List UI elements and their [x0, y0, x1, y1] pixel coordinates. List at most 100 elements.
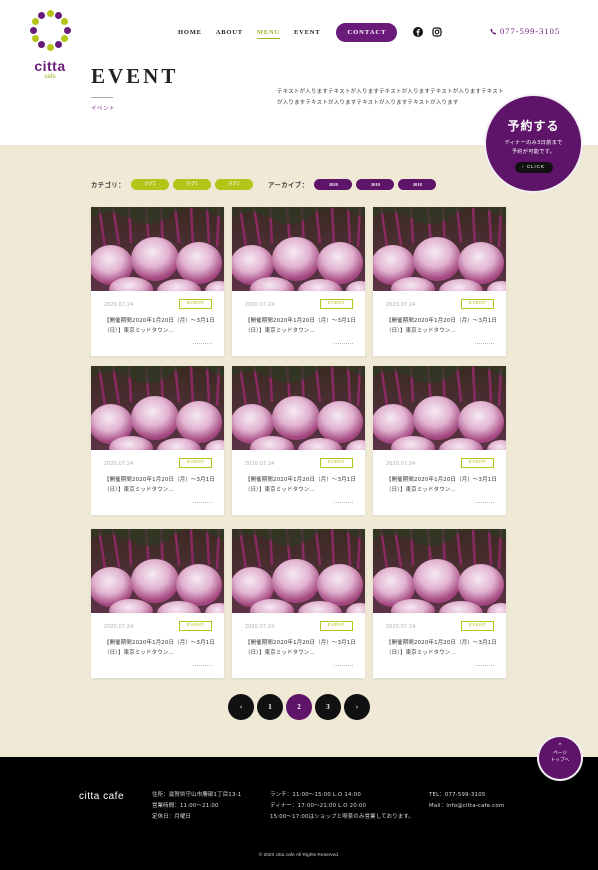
main-nav: HOME ABOUT MENU EVENT CONTACT: [178, 22, 451, 42]
contact-button[interactable]: CONTACT: [336, 22, 398, 42]
page-title: EVENT: [91, 64, 179, 88]
logo-dot: [31, 18, 39, 25]
event-card[interactable]: 2020.07.24 EVENT 【開催期間2020年1月20日（月）〜3月1日（日…: [373, 366, 506, 515]
card-title: 【開催期間2020年1月20日（月）〜3月1日（日）】東京ミッドタウン…: [104, 640, 215, 656]
footer-times: ランチ：11:00〜15:00 L.O 14:00 ディナー：17:00〜21:…: [270, 790, 414, 823]
logo-dot: [38, 41, 45, 49]
page-top-label: トップへ: [550, 758, 570, 763]
footer-lunch: ランチ：11:00〜15:00 L.O 14:00: [270, 792, 361, 798]
archive-tag[interactable]: 2020: [314, 179, 353, 190]
card-category: EVENT: [179, 458, 212, 468]
chevron-up-icon: ⌃: [557, 742, 563, 750]
event-card[interactable]: 2020.07.24 EVENT 【開催期間2020年1月20日（月）〜3月1日（日…: [91, 207, 224, 356]
card-divider: [475, 665, 494, 666]
logo-name: citta: [34, 58, 66, 74]
nav-home[interactable]: HOME: [178, 29, 202, 36]
logo-dot: [61, 35, 69, 42]
event-card[interactable]: 2020.07.24 EVENT 【開催期間2020年1月20日（月）〜3月1日（日…: [91, 366, 224, 515]
card-category: EVENT: [320, 458, 353, 468]
nav-about[interactable]: ABOUT: [216, 29, 243, 36]
card-date: 2020.07.24: [386, 624, 416, 630]
pagination-page-current[interactable]: 2: [286, 694, 312, 720]
radish-photo: [91, 529, 224, 613]
event-card[interactable]: 2020.07.24 EVENT 【開催期間2020年1月20日（月）〜3月1日（日…: [232, 207, 365, 356]
card-image: [373, 366, 506, 450]
card-divider: [334, 502, 353, 503]
radish-photo: [232, 207, 365, 291]
page-top-label: ページ: [553, 751, 567, 756]
card-date: 2020.07.24: [245, 624, 275, 630]
category-label: カテゴリ：: [91, 182, 125, 189]
card-date: 2020.07.24: [245, 302, 275, 308]
facebook-icon[interactable]: [413, 27, 424, 37]
archive-label: アーカイブ：: [267, 182, 309, 189]
archive-tag[interactable]: 2019: [356, 179, 395, 190]
category-tag[interactable]: タグ1: [172, 179, 211, 190]
footer-address: 住所：滋賀県守山市勝部1丁目13-1: [152, 792, 242, 798]
phone-icon: [490, 28, 497, 35]
card-divider: [193, 665, 212, 666]
card-title: 【開催期間2020年1月20日（月）〜3月1日（日）】東京ミッドタウン…: [104, 318, 215, 334]
card-category: EVENT: [320, 621, 353, 631]
pagination-page[interactable]: 1: [257, 694, 283, 720]
logo-dot: [63, 26, 71, 34]
category-tag[interactable]: タグ1: [130, 179, 169, 190]
footer-contact: TEL：077-599-3105 Mail：info@citta-cafe.co…: [429, 790, 504, 812]
page-subtitle: イベント: [91, 97, 116, 112]
reserve-note-line: 予約が可能です。: [511, 149, 556, 155]
radish-photo: [232, 366, 365, 450]
pagination-page[interactable]: 3: [315, 694, 341, 720]
card-date: 2020.07.24: [386, 302, 416, 308]
event-card[interactable]: 2020.07.24 EVENT 【開催期間2020年1月20日（月）〜3月1日（日…: [232, 529, 365, 678]
category-tag[interactable]: タグ1: [214, 179, 253, 190]
card-image: [232, 207, 365, 291]
card-category: EVENT: [179, 621, 212, 631]
radish-photo: [373, 207, 506, 291]
event-card[interactable]: 2020.07.24 EVENT 【開催期間2020年1月20日（月）〜3月1日（日…: [91, 529, 224, 678]
reserve-note: ディナーのみ3日前まで 予約が可能です。: [486, 139, 581, 157]
footer-tel[interactable]: TEL：077-599-3105: [429, 790, 504, 801]
pagination-prev[interactable]: ‹: [228, 694, 254, 720]
card-title: 【開催期間2020年1月20日（月）〜3月1日（日）】東京ミッドタウン…: [104, 477, 215, 493]
card-date: 2020.07.24: [386, 461, 416, 467]
card-image: [373, 207, 506, 291]
event-section: カテゴリ： タグ1 タグ1 タグ1 アーカイブ： 2020 2019 2018 …: [0, 145, 598, 758]
logo-dot: [55, 41, 62, 49]
card-image: [232, 529, 365, 613]
card-divider: [193, 343, 212, 344]
card-title: 【開催期間2020年1月20日（月）〜3月1日（日）】東京ミッドタウン…: [386, 640, 497, 656]
event-card[interactable]: 2020.07.24 EVENT 【開催期間2020年1月20日（月）〜3月1日（日…: [373, 529, 506, 678]
footer-mail[interactable]: Mail：info@citta-cafe.com: [429, 801, 504, 812]
logo[interactable]: citta cafe: [28, 8, 72, 84]
card-category: EVENT: [461, 458, 494, 468]
event-card[interactable]: 2020.07.24 EVENT 【開催期間2020年1月20日（月）〜3月1日（日…: [373, 207, 506, 356]
card-image: [373, 529, 506, 613]
event-card[interactable]: 2020.07.24 EVENT 【開催期間2020年1月20日（月）〜3月1日（日…: [232, 366, 365, 515]
card-category: EVENT: [461, 299, 494, 309]
nav-menu[interactable]: MENU: [256, 29, 281, 39]
instagram-icon[interactable]: [432, 27, 443, 37]
intro-text: テキストが入りますテキストが入りますテキストが入りますテキストが入りますテキスト…: [277, 89, 504, 106]
card-divider: [193, 502, 212, 503]
card-divider: [334, 665, 353, 666]
pagination-next[interactable]: ›: [344, 694, 370, 720]
card-image: [91, 207, 224, 291]
card-category: EVENT: [320, 299, 353, 309]
logo-sub: cafe: [44, 74, 56, 80]
archive-tag[interactable]: 2018: [398, 179, 437, 190]
card-image: [91, 366, 224, 450]
reserve-button[interactable]: 予約する ディナーのみ3日前まで 予約が可能です。 › CLICK: [486, 96, 581, 191]
phone-number: 077-599-3105: [500, 26, 561, 36]
logo-dot: [31, 35, 39, 42]
card-divider: [475, 343, 494, 344]
card-title: 【開催期間2020年1月20日（月）〜3月1日（日）】東京ミッドタウン…: [245, 477, 356, 493]
logo-dot: [55, 11, 62, 19]
nav-event[interactable]: EVENT: [294, 29, 320, 36]
logo-dot: [61, 18, 69, 25]
card-divider: [334, 343, 353, 344]
card-divider: [475, 502, 494, 503]
header-phone[interactable]: 077-599-3105: [490, 26, 560, 36]
footer: citta cafe 住所：滋賀県守山市勝部1丁目13-1 営業時間：11:00…: [0, 757, 598, 870]
page-top-button[interactable]: ⌃ ページ トップへ: [539, 737, 581, 779]
card-category: EVENT: [461, 621, 494, 631]
